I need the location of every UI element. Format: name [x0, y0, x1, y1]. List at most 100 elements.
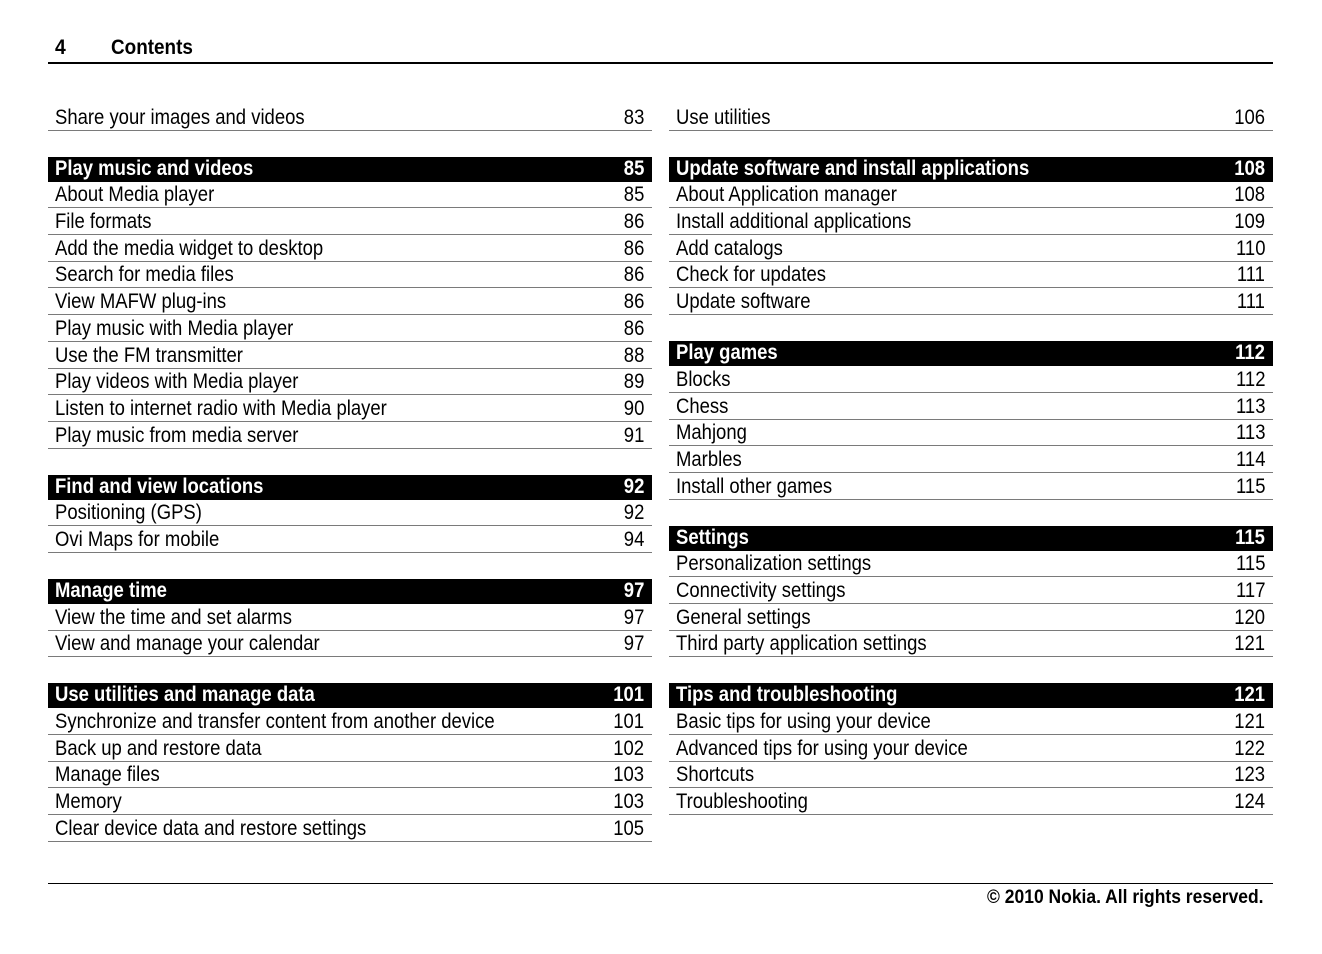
toc-entry-page: 113: [1235, 394, 1265, 418]
toc-entry[interactable]: Listen to internet radio with Media play…: [48, 395, 652, 422]
toc-entry-title: Personalization settings: [676, 552, 872, 576]
toc-entry[interactable]: Install additional applications 109: [669, 208, 1273, 236]
toc-entry-title: Play music and videos: [55, 156, 254, 180]
toc-entry[interactable]: Add catalogs 110: [669, 235, 1273, 262]
toc-entry-page: 101: [613, 683, 644, 707]
toc-entry-title: Find and view locations: [55, 474, 264, 498]
toc-entry[interactable]: Add the media widget to desktop 86: [48, 235, 652, 262]
toc-entry[interactable]: Manage files 103: [48, 762, 652, 789]
toc-entry-page: 113: [1235, 421, 1265, 445]
toc-entry-page: 105: [613, 816, 644, 840]
toc-entry[interactable]: Advanced tips for using your device 122: [669, 735, 1273, 762]
toc-entry-page: 121: [1234, 710, 1265, 733]
toc-entry-title: Basic tips for using your device: [676, 710, 931, 733]
toc-entry[interactable]: Memory 103: [48, 788, 652, 816]
toc-entry-title: Marbles: [676, 447, 742, 471]
toc-entry[interactable]: Synchronize and transfer content from an…: [48, 708, 652, 735]
toc-entry-title: Back up and restore data: [55, 736, 262, 760]
toc-entry-page: 97: [623, 605, 644, 629]
toc-entry-page: 89: [623, 370, 644, 394]
toc-entry-title: Manage time: [55, 578, 167, 602]
toc-entry-title: Memory: [55, 790, 122, 814]
toc-entry-page: 102: [613, 736, 644, 760]
toc-section-header[interactable]: Play music and videos 85: [48, 156, 652, 182]
toc-entry[interactable]: Update software 111: [669, 288, 1273, 316]
toc-entry-page: 103: [613, 790, 644, 814]
toc-entry[interactable]: Play videos with Media player 89: [48, 369, 652, 396]
toc-entry-title: Use utilities: [676, 105, 771, 129]
toc-entry-page: 112: [1235, 341, 1265, 365]
toc-entry[interactable]: View and manage your calendar 97: [48, 631, 652, 658]
toc-entry[interactable]: General settings 120: [669, 604, 1273, 631]
toc-entry-title: File formats: [55, 210, 152, 234]
toc-entry[interactable]: Mahjong 113: [669, 420, 1273, 447]
toc-entry[interactable]: Blocks 112: [669, 366, 1273, 393]
toc-entry-title: Ovi Maps for mobile: [55, 527, 220, 551]
toc-entry[interactable]: About Media player 85: [48, 182, 652, 209]
toc-entry[interactable]: View the time and set alarms 97: [48, 604, 652, 631]
toc-entry[interactable]: Ovi Maps for mobile 94: [48, 526, 652, 553]
toc-entry[interactable]: Use the FM transmitter 88: [48, 342, 652, 369]
toc-entry-title: Use utilities and manage data: [55, 683, 315, 707]
toc-entry[interactable]: Check for updates 111: [669, 262, 1273, 289]
toc-entry[interactable]: Back up and restore data 102: [48, 735, 652, 762]
copyright-footer: © 2010 Nokia. All rights reserved.: [987, 887, 1264, 908]
toc-entry-page: 123: [1234, 763, 1265, 787]
toc-entry[interactable]: Positioning (GPS) 92: [48, 500, 652, 527]
toc-entry[interactable]: Use utilities 106: [669, 104, 1273, 131]
toc-entry-title: Advanced tips for using your device: [676, 736, 968, 760]
toc-entry-title: Shortcuts: [676, 763, 755, 787]
toc-entry-page: 111: [1236, 290, 1265, 314]
toc-section-header[interactable]: Play games 112: [669, 341, 1273, 367]
toc-entry[interactable]: File formats 86: [48, 208, 652, 236]
toc-entry[interactable]: Clear device data and restore settings 10…: [48, 815, 652, 842]
toc-entry[interactable]: View MAFW plug-ins 86: [48, 288, 652, 316]
toc-entry-page: 122: [1234, 736, 1265, 760]
toc-section-header[interactable]: Manage time 97: [48, 578, 652, 604]
toc-entry-title: Add catalogs: [676, 236, 783, 260]
toc-entry-page: 92: [623, 501, 644, 525]
toc-entry-page: 97: [623, 578, 644, 602]
toc-column-left: Share your images and videos 83 Play music…: [48, 104, 652, 842]
toc-entry-page: 109: [1234, 210, 1265, 234]
toc-entry-page: 91: [623, 423, 644, 447]
toc-entry[interactable]: Third party application settings 121: [669, 631, 1273, 658]
toc-entry-page: 86: [623, 236, 644, 260]
toc-entry-title: Clear device data and restore settings: [55, 816, 367, 840]
toc-entry[interactable]: Connectivity settings 117: [669, 577, 1273, 604]
toc-entry-title: Play music from media server: [55, 423, 299, 447]
toc-section-header[interactable]: Use utilities and manage data 101: [48, 683, 652, 709]
toc-entry-title: Use the FM transmitter: [55, 343, 243, 367]
toc-entry[interactable]: Troubleshooting 124: [669, 788, 1273, 816]
toc-entry-title: Check for updates: [676, 263, 826, 287]
toc-entry[interactable]: Marbles 114: [669, 446, 1273, 473]
toc-entry-title: Mahjong: [676, 421, 747, 445]
toc-entry-page: 83: [623, 105, 644, 129]
toc-entry[interactable]: Install other games 115: [669, 473, 1273, 500]
toc-entry-title: Play videos with Media player: [55, 370, 299, 394]
toc-entry[interactable]: Chess 113: [669, 393, 1273, 420]
toc-entry-title: Troubleshooting: [676, 790, 808, 814]
toc-entry[interactable]: Play music with Media player 86: [48, 315, 652, 342]
toc-entry[interactable]: Shortcuts 123: [669, 762, 1273, 789]
toc-section-header[interactable]: Tips and troubleshooting 121: [669, 683, 1273, 709]
toc-entry-page: 86: [623, 316, 644, 340]
toc-entry[interactable]: Basic tips for using your device 121: [669, 708, 1273, 735]
toc-entry-title: Install additional applications: [676, 210, 912, 234]
footer-divider: [48, 883, 1273, 884]
toc-section-header[interactable]: Settings 115: [669, 525, 1273, 551]
toc-entry-title: Blocks: [676, 367, 731, 391]
toc-entry[interactable]: Search for media files 86: [48, 262, 652, 289]
toc-entry-page: 86: [623, 290, 644, 314]
toc-entry-title: Synchronize and transfer content from an…: [55, 710, 495, 733]
toc-entry-title: View and manage your calendar: [55, 632, 320, 656]
toc-entry[interactable]: Share your images and videos 83: [48, 104, 652, 131]
toc-section-header[interactable]: Update software and install applications…: [669, 156, 1273, 182]
toc-entry[interactable]: Personalization settings 115: [669, 551, 1273, 578]
toc-section-header[interactable]: Find and view locations 92: [48, 474, 652, 500]
toc-entry[interactable]: About Application manager 108: [669, 182, 1273, 209]
toc-entry[interactable]: Play music from media server 91: [48, 422, 652, 449]
